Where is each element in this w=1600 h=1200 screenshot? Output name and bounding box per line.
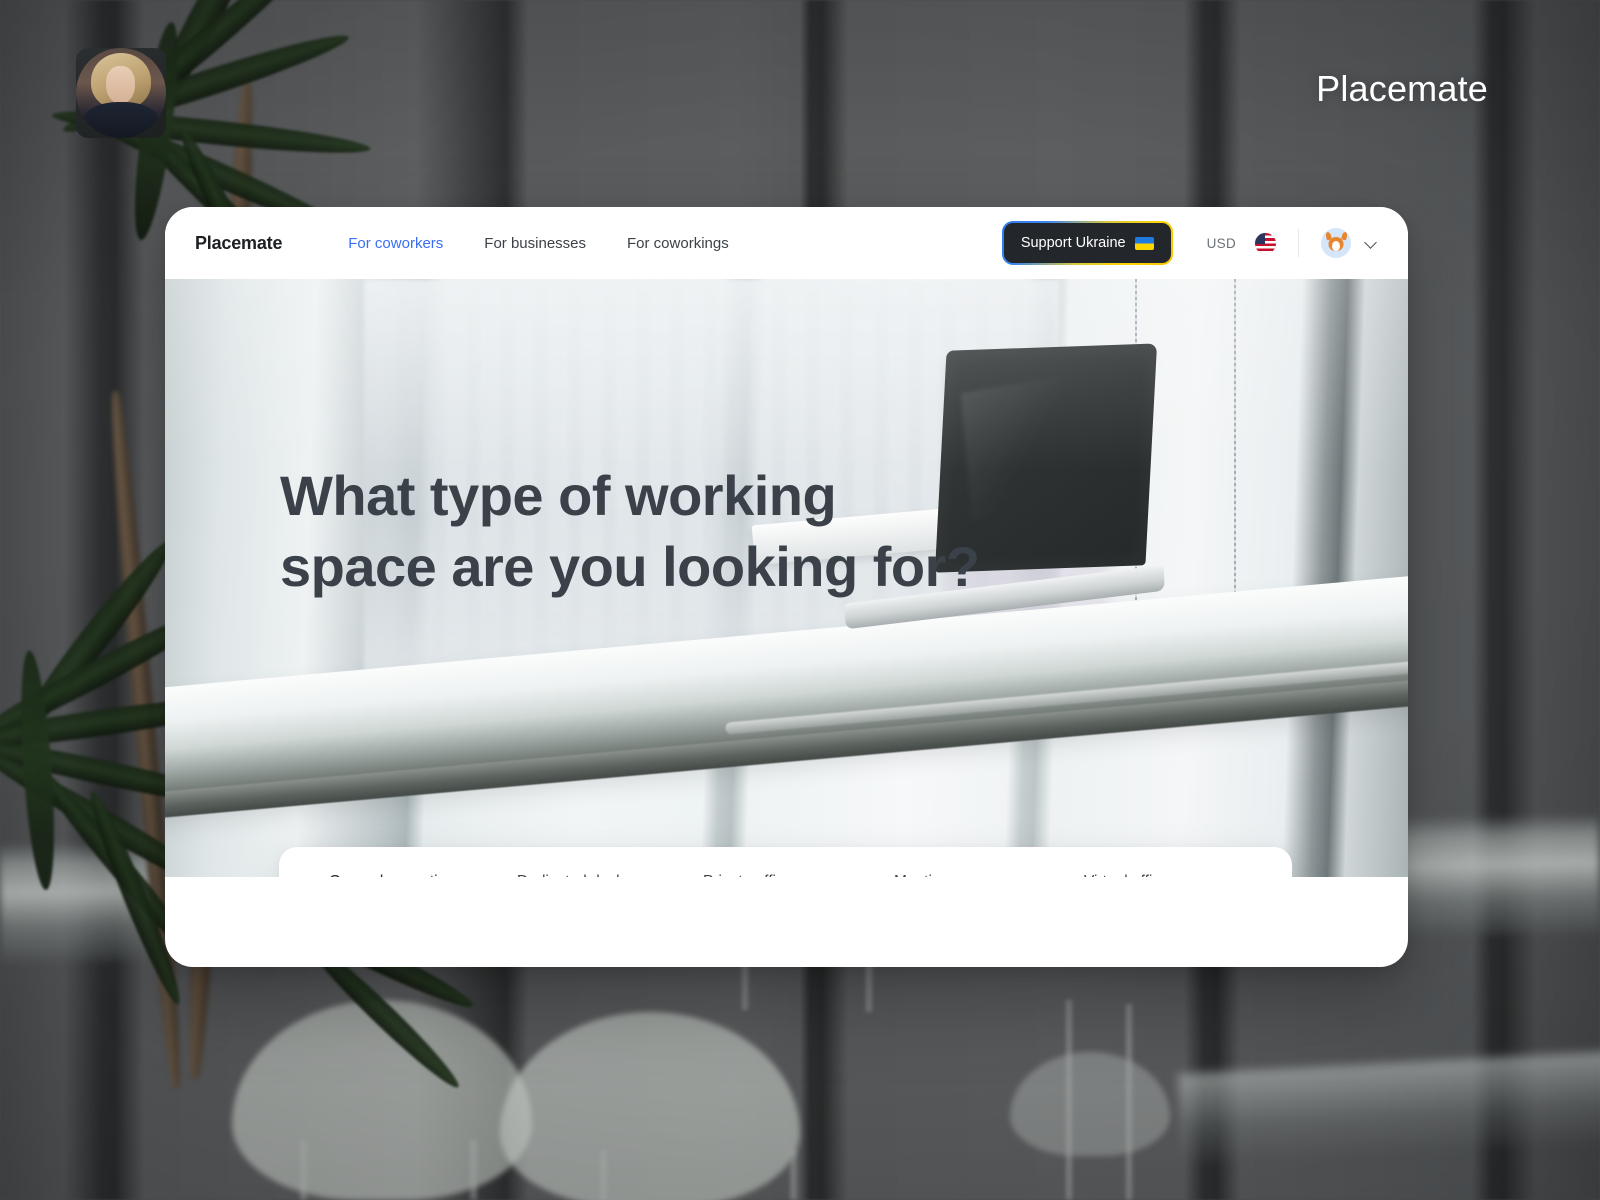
navbar: Placemate For coworkers For businesses F… xyxy=(165,207,1408,279)
tab-virtual-office[interactable]: Virtual office xyxy=(1084,873,1169,877)
support-ukraine-button[interactable]: Support Ukraine xyxy=(1001,221,1173,265)
nav-link-for-coworkings[interactable]: For coworkings xyxy=(627,235,729,252)
nav-link-for-businesses[interactable]: For businesses xyxy=(484,235,586,252)
nav-logo[interactable]: Placemate xyxy=(195,233,282,254)
ukraine-flag-icon xyxy=(1134,236,1154,250)
navbar-divider xyxy=(1298,229,1299,257)
nav-links: For coworkers For businesses For coworki… xyxy=(348,235,728,252)
hero-title: What type of working space are you looki… xyxy=(280,464,980,598)
tab-meeting-room[interactable]: Meeting room xyxy=(894,873,1084,877)
hero-section: What type of working space are you looki… xyxy=(165,279,1408,877)
us-flag-icon[interactable] xyxy=(1255,232,1276,254)
navbar-right-group: Support Ukraine USD xyxy=(1001,221,1378,265)
website-preview-card: Placemate For coworkers For businesses F… xyxy=(165,207,1408,967)
tab-open-plan-seating[interactable]: Open plan seating xyxy=(329,873,517,877)
nav-link-for-coworkers[interactable]: For coworkers xyxy=(348,235,443,252)
tab-dedicated-desk[interactable]: Dedicated desk xyxy=(517,873,703,877)
currency-selector[interactable]: USD xyxy=(1207,236,1236,251)
search-tabs: Open plan seating Dedicated desk Private… xyxy=(329,873,1242,877)
search-card: Open plan seating Dedicated desk Private… xyxy=(279,847,1292,877)
author-avatar xyxy=(76,48,166,138)
tab-private-office[interactable]: Private office xyxy=(703,873,894,877)
brand-watermark: Placemate xyxy=(1316,68,1488,109)
dog-avatar-icon[interactable] xyxy=(1321,228,1351,258)
chevron-down-icon[interactable] xyxy=(1364,236,1378,250)
author-portrait-photo xyxy=(76,48,166,138)
support-ukraine-label: Support Ukraine xyxy=(1020,235,1126,251)
